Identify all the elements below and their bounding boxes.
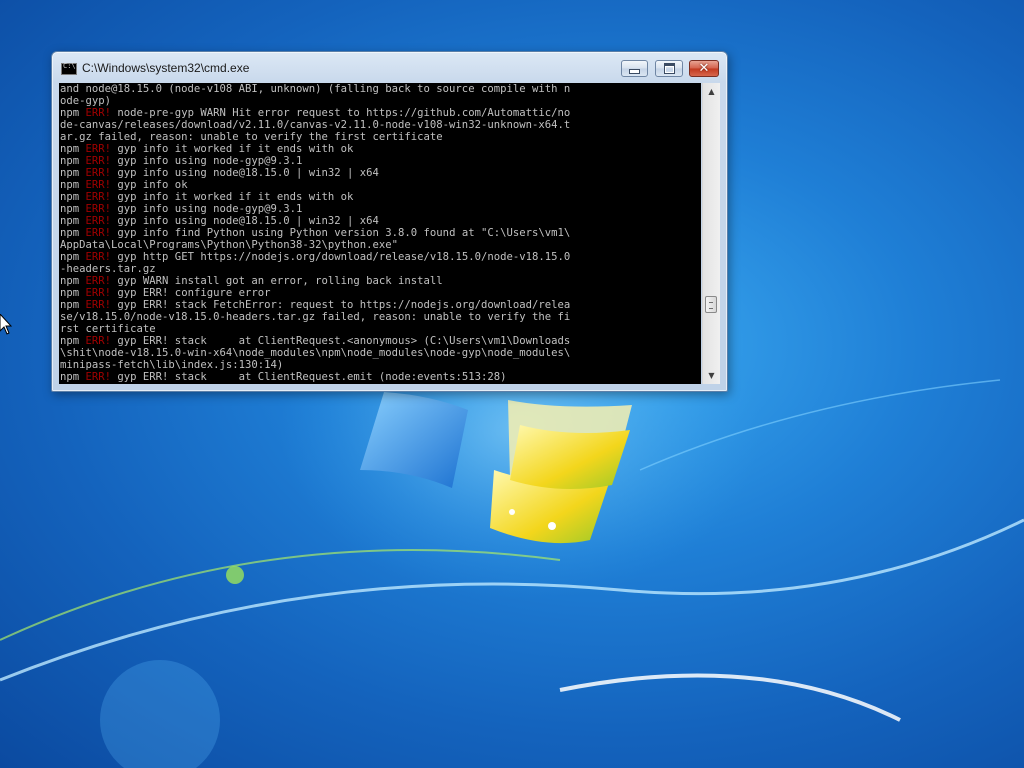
console-text-segment: npm xyxy=(60,143,86,155)
close-icon: ✕ xyxy=(698,61,710,76)
console-text-segment: ode-gyp) xyxy=(60,95,112,107)
console-text-segment: npm xyxy=(60,251,86,263)
console-line: npm ERR! gyp WARN install got an error, … xyxy=(60,275,701,287)
console-text-segment: se/v18.15.0/node-v18.15.0-headers.tar.gz… xyxy=(60,311,571,323)
maximize-icon xyxy=(663,63,675,74)
console-text-segment: npm xyxy=(60,227,86,239)
console-text-segment: gyp WARN install got an error, rolling b… xyxy=(111,275,443,287)
console-text-segment: npm xyxy=(60,275,86,287)
console-line: rst certificate xyxy=(60,323,701,335)
console-text-segment: gyp ERR! stack FetchError: request to ht… xyxy=(111,299,571,311)
error-tag: ERR! xyxy=(85,203,112,215)
maximize-button[interactable] xyxy=(655,60,683,77)
console-text-segment: gyp info using node@18.15.0 | win32 | x6… xyxy=(111,215,379,227)
error-tag: ERR! xyxy=(85,167,112,179)
console-text-segment: npm xyxy=(60,203,86,215)
console-text-segment: npm xyxy=(60,335,86,347)
error-tag: ERR! xyxy=(85,107,112,119)
console-text-segment: gyp info using node@18.15.0 | win32 | x6… xyxy=(111,167,379,179)
console-text-segment: npm xyxy=(60,191,86,203)
error-tag: ERR! xyxy=(85,371,112,383)
error-tag: ERR! xyxy=(85,299,112,311)
console-text-segment: rst certificate xyxy=(60,323,156,335)
console-line: ar.gz failed, reason: unable to verify t… xyxy=(60,131,701,143)
error-tag: ERR! xyxy=(85,227,112,239)
console-text-segment: gyp ERR! stack at ClientRequest.<anonymo… xyxy=(111,335,571,347)
console-text-segment: gyp info find Python using Python versio… xyxy=(111,227,571,239)
console-text-segment: de-canvas/releases/download/v2.11.0/canv… xyxy=(60,119,571,131)
error-tag: ERR! xyxy=(85,191,112,203)
console-line: de-canvas/releases/download/v2.11.0/canv… xyxy=(60,119,701,131)
console-text-segment: gyp info ok xyxy=(111,179,188,191)
console-text-segment: \shit\node-v18.15.0-win-x64\node_modules… xyxy=(60,347,571,359)
console-text-segment: npm xyxy=(60,287,86,299)
console-text-segment: npm xyxy=(60,167,86,179)
error-tag: ERR! xyxy=(85,287,112,299)
console-text-segment: gyp ERR! configure error xyxy=(111,287,271,299)
console-text-segment: gyp ERR! stack at ClientRequest.emit (no… xyxy=(111,371,507,383)
console-text-segment: npm xyxy=(60,371,86,383)
console-text-segment: npm xyxy=(60,299,86,311)
console-text-segment: gyp info using node-gyp@9.3.1 xyxy=(111,155,303,167)
console-line: minipass-fetch\lib\index.js:130:14) xyxy=(60,359,701,371)
console-line: npm ERR! node-pre-gyp WARN Hit error req… xyxy=(60,107,701,119)
mouse-pointer-icon xyxy=(0,314,13,335)
minimize-icon xyxy=(629,69,640,74)
console-line: npm ERR! gyp info using node@18.15.0 | w… xyxy=(60,167,701,179)
console-text-segment: ar.gz failed, reason: unable to verify t… xyxy=(60,131,443,143)
console-line: npm ERR! gyp info ok xyxy=(60,179,701,191)
console-line: npm ERR! gyp info it worked if it ends w… xyxy=(60,143,701,155)
window-title: C:\Windows\system32\cmd.exe xyxy=(82,61,250,75)
error-tag: ERR! xyxy=(85,275,112,287)
console-line: \shit\node-v18.15.0-win-x64\node_modules… xyxy=(60,347,701,359)
error-tag: ERR! xyxy=(85,155,112,167)
title-bar[interactable]: C:\Windows\system32\cmd.exe ✕ xyxy=(52,52,727,82)
console-line: npm ERR! gyp ERR! configure error xyxy=(60,287,701,299)
console-line: se/v18.15.0/node-v18.15.0-headers.tar.gz… xyxy=(60,311,701,323)
scroll-up-arrow-icon[interactable]: ▲ xyxy=(703,83,720,100)
console-text-segment: minipass-fetch\lib\index.js:130:14) xyxy=(60,359,284,371)
console-line: ode-gyp) xyxy=(60,95,701,107)
console-line: AppData\Local\Programs\Python\Python38-3… xyxy=(60,239,701,251)
console-line: npm ERR! gyp info using node-gyp@9.3.1 xyxy=(60,203,701,215)
console-text-segment: gyp info it worked if it ends with ok xyxy=(111,143,354,155)
console-text-segment: gyp http GET https://nodejs.org/download… xyxy=(111,251,571,263)
close-button[interactable]: ✕ xyxy=(689,60,719,77)
console-line: npm ERR! gyp info using node@18.15.0 | w… xyxy=(60,215,701,227)
console-output[interactable]: and node@18.15.0 (node-v108 ABI, unknown… xyxy=(59,83,701,384)
console-text-segment: npm xyxy=(60,179,86,191)
console-text-segment: gyp info using node-gyp@9.3.1 xyxy=(111,203,303,215)
cmd-icon xyxy=(61,62,77,75)
console-line: npm ERR! gyp http GET https://nodejs.org… xyxy=(60,251,701,263)
console-text: and node@18.15.0 (node-v108 ABI, unknown… xyxy=(59,83,701,383)
cmd-window[interactable]: C:\Windows\system32\cmd.exe ✕ and node@1… xyxy=(51,51,728,392)
console-line: npm ERR! gyp ERR! stack FetchError: requ… xyxy=(60,299,701,311)
console-text-segment: node-pre-gyp WARN Hit error request to h… xyxy=(111,107,571,119)
console-line: npm ERR! gyp info it worked if it ends w… xyxy=(60,191,701,203)
minimize-button[interactable] xyxy=(621,60,648,77)
console-text-segment: npm xyxy=(60,215,86,227)
error-tag: ERR! xyxy=(85,179,112,191)
vertical-scrollbar[interactable]: ▲ ▼ xyxy=(702,83,720,384)
console-text-segment: gyp info it worked if it ends with ok xyxy=(111,191,354,203)
console-line: npm ERR! gyp info find Python using Pyth… xyxy=(60,227,701,239)
error-tag: ERR! xyxy=(85,143,112,155)
error-tag: ERR! xyxy=(85,335,112,347)
console-line: npm ERR! gyp info using node-gyp@9.3.1 xyxy=(60,155,701,167)
console-line: and node@18.15.0 (node-v108 ABI, unknown… xyxy=(60,83,701,95)
console-text-segment: npm xyxy=(60,107,86,119)
error-tag: ERR! xyxy=(85,215,112,227)
console-text-segment: and node@18.15.0 (node-v108 ABI, unknown… xyxy=(60,83,571,95)
console-text-segment: npm xyxy=(60,155,86,167)
scroll-thumb[interactable] xyxy=(705,296,717,313)
console-line: -headers.tar.gz xyxy=(60,263,701,275)
console-line: npm ERR! gyp ERR! stack at ClientRequest… xyxy=(60,371,701,383)
error-tag: ERR! xyxy=(85,251,112,263)
console-text-segment: -headers.tar.gz xyxy=(60,263,156,275)
console-line: npm ERR! gyp ERR! stack at ClientRequest… xyxy=(60,335,701,347)
scroll-down-arrow-icon[interactable]: ▼ xyxy=(703,367,720,384)
console-text-segment: AppData\Local\Programs\Python\Python38-3… xyxy=(60,239,399,251)
